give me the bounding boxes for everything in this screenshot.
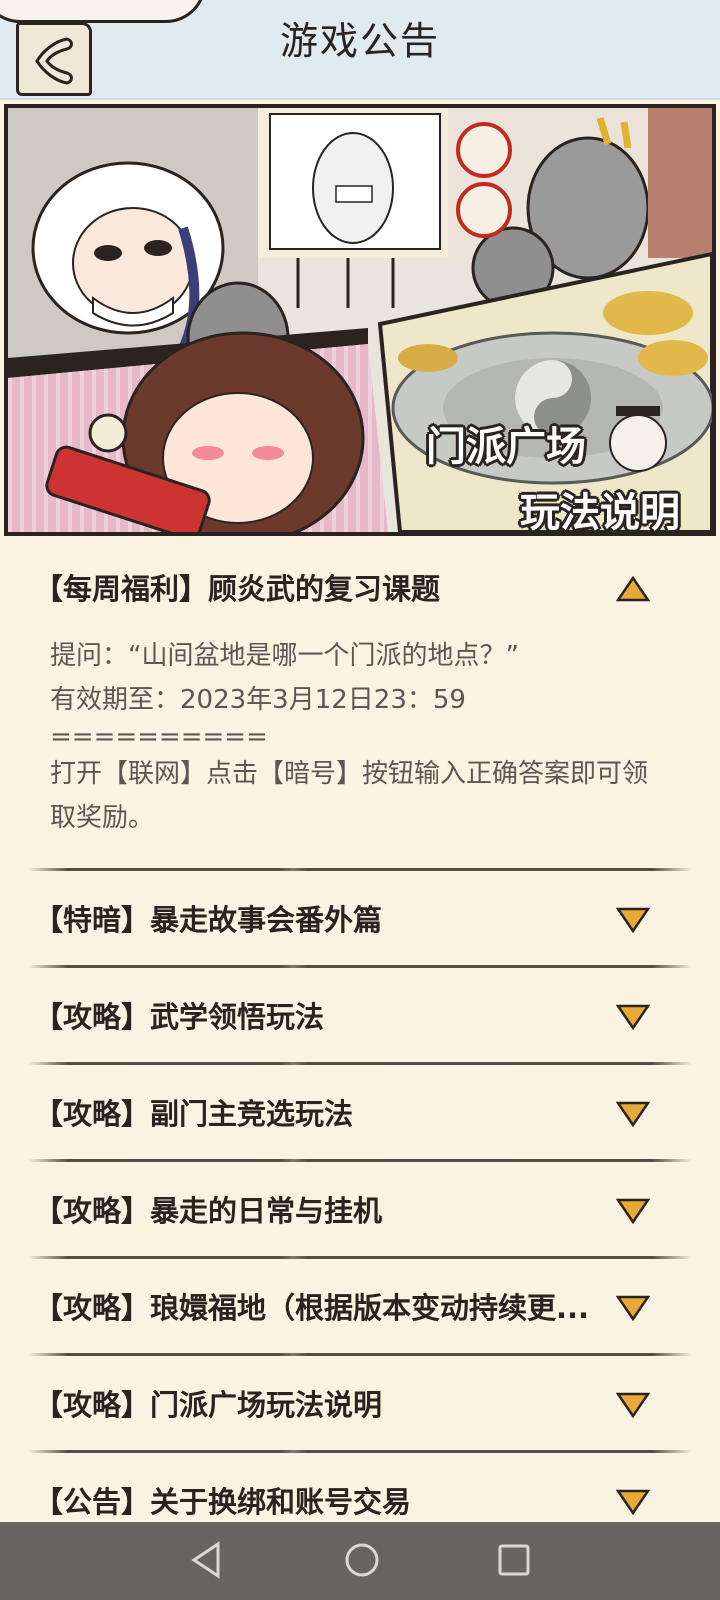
announcement-header[interactable]: 【特暗】暴走故事会番外篇 — [0, 871, 720, 965]
expand-triangle-icon[interactable] — [616, 1489, 650, 1515]
announcement-header[interactable]: 【攻略】暴走的日常与挂机 — [0, 1162, 720, 1256]
banner-title-line2: 玩法说明 — [520, 490, 680, 536]
nav-home-icon[interactable] — [342, 1540, 382, 1580]
list-item[interactable]: 【攻略】武学领悟玩法 — [0, 968, 720, 1065]
expand-triangle-icon[interactable] — [616, 1198, 650, 1224]
header-divider — [0, 98, 720, 100]
body-line: 打开【联网】点击【暗号】按钮输入正确答案即可领取奖励。 — [50, 759, 649, 833]
collapse-triangle-icon[interactable] — [616, 576, 650, 602]
expand-triangle-icon[interactable] — [616, 1101, 650, 1127]
nav-recent-icon[interactable] — [496, 1540, 532, 1580]
announcement-title: 【攻略】琅嬛福地（根据版本变动持续更... — [34, 1291, 590, 1325]
announcement-list: 【每周福利】顾炎武的复习课题 提问：“山间盆地是哪一个门派的地点？” 有效期至：… — [0, 540, 720, 1547]
announcement-header[interactable]: 【每周福利】顾炎武的复习课题 — [0, 540, 720, 634]
announcement-header[interactable]: 【攻略】副门主竞选玩法 — [0, 1065, 720, 1159]
expand-triangle-icon[interactable] — [616, 1004, 650, 1030]
list-item[interactable]: 【攻略】琅嬛福地（根据版本变动持续更... — [0, 1259, 720, 1356]
nav-back-icon[interactable] — [188, 1540, 224, 1580]
list-item[interactable]: 【攻略】门派广场玩法说明 — [0, 1356, 720, 1453]
list-item[interactable]: 【每周福利】顾炎武的复习课题 提问：“山间盆地是哪一个门派的地点？” 有效期至：… — [0, 540, 720, 871]
banner-illustration — [8, 108, 712, 532]
announcement-header[interactable]: 【攻略】门派广场玩法说明 — [0, 1356, 720, 1450]
body-line: 有效期至：2023年3月12日23：59 — [50, 685, 466, 715]
system-navigation-bar — [0, 1522, 720, 1600]
announcement-title: 【攻略】暴走的日常与挂机 — [34, 1194, 383, 1228]
announcement-title: 【公告】关于换绑和账号交易 — [34, 1485, 412, 1519]
announcement-banner[interactable]: 门派广场 玩法说明 — [4, 104, 716, 536]
list-item[interactable]: 【特暗】暴走故事会番外篇 — [0, 871, 720, 968]
announcement-header[interactable]: 【攻略】武学领悟玩法 — [0, 968, 720, 1062]
expand-triangle-icon[interactable] — [616, 1295, 650, 1321]
list-item[interactable]: 【攻略】副门主竞选玩法 — [0, 1065, 720, 1162]
announcement-body: 提问：“山间盆地是哪一个门派的地点？” 有效期至：2023年3月12日23：59… — [0, 634, 720, 868]
announcement-title: 【每周福利】顾炎武的复习课题 — [34, 572, 441, 606]
expand-triangle-icon[interactable] — [616, 907, 650, 933]
header: 游戏公告 — [0, 0, 720, 100]
body-line: ========== — [50, 722, 268, 752]
banner-title-line1: 门派广场 — [426, 424, 586, 470]
announcement-title: 【攻略】副门主竞选玩法 — [34, 1097, 354, 1131]
announcement-title: 【攻略】武学领悟玩法 — [34, 1000, 325, 1034]
list-item[interactable]: 【攻略】暴走的日常与挂机 — [0, 1162, 720, 1259]
announcement-title: 【攻略】门派广场玩法说明 — [34, 1388, 383, 1422]
page-title: 游戏公告 — [279, 19, 440, 63]
expand-triangle-icon[interactable] — [616, 1392, 650, 1418]
announcement-header[interactable]: 【攻略】琅嬛福地（根据版本变动持续更... — [0, 1259, 720, 1353]
body-line: 提问：“山间盆地是哪一个门派的地点？” — [50, 641, 519, 671]
announcement-title: 【特暗】暴走故事会番外篇 — [34, 903, 383, 937]
